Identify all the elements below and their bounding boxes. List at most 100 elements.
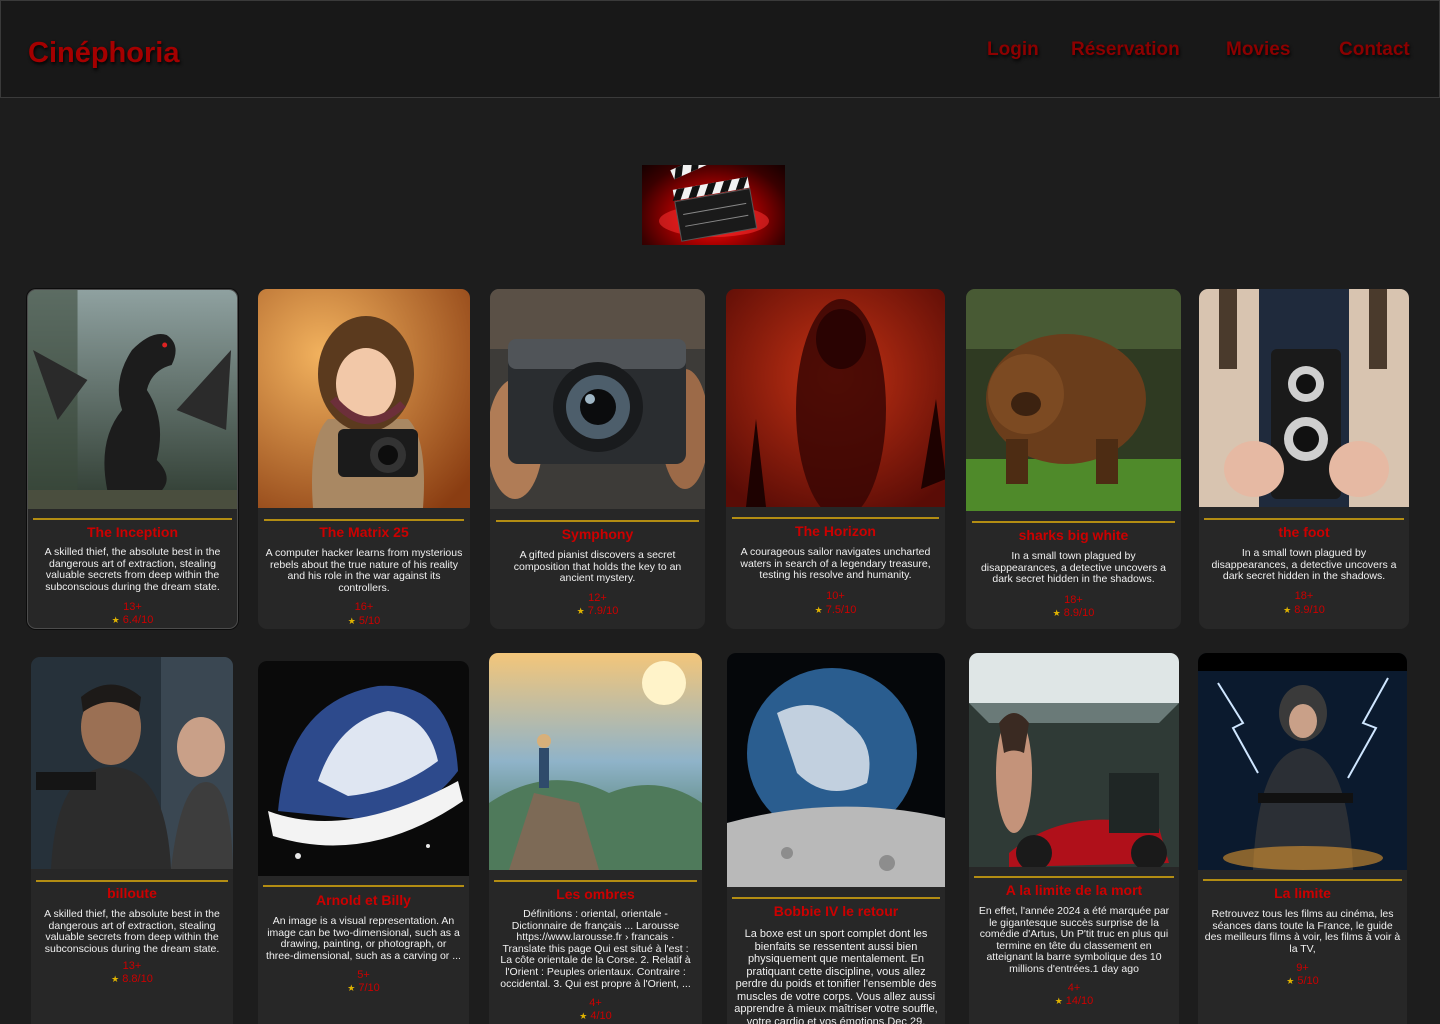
movie-card[interactable]: The Horizon A courageous sailor navigate… xyxy=(726,289,945,629)
movie-age-rating: 13+ xyxy=(123,601,142,613)
movie-poster-image xyxy=(258,289,470,508)
movie-title: Bobbie IV le retour xyxy=(773,903,899,919)
movie-age-rating: 18+ xyxy=(1064,594,1083,606)
movie-score-value: 7/10 xyxy=(358,982,380,994)
gold-divider xyxy=(974,876,1174,878)
movie-card[interactable]: The Matrix 25 A computer hacker learns f… xyxy=(258,289,470,629)
movie-poster-image xyxy=(28,290,237,509)
movie-card[interactable]: billoute A skilled thief, the absolute b… xyxy=(31,657,233,1024)
star-icon: ★ xyxy=(814,605,823,615)
movie-description: A courageous sailor navigates uncharted … xyxy=(740,546,931,582)
movie-description: In a small town plagued by disappearance… xyxy=(980,550,1167,586)
movie-score-value: 14/10 xyxy=(1065,995,1094,1007)
movie-score: ★ 7.5/10 xyxy=(726,604,945,616)
clapperboard-icon xyxy=(642,165,785,245)
movie-title: La limite xyxy=(1274,885,1331,901)
gold-divider xyxy=(1204,518,1404,520)
movie-poster-image xyxy=(31,657,233,869)
gold-divider xyxy=(972,521,1175,523)
movie-poster-image xyxy=(258,661,469,876)
movie-age-rating: 13+ xyxy=(122,960,142,972)
movie-description: An image is a visual representation. An … xyxy=(266,915,461,962)
movie-score-value: 8.9/10 xyxy=(1063,607,1095,619)
movie-score-value: 4/10 xyxy=(590,1010,612,1022)
movie-card[interactable]: La limite Retrouvez tous les films au ci… xyxy=(1198,653,1407,1024)
movie-score-value: 8.9/10 xyxy=(1294,604,1325,616)
star-icon: ★ xyxy=(1286,976,1295,986)
movie-poster-image xyxy=(489,653,702,870)
movie-description: La boxe est un sport complet dont les bi… xyxy=(734,928,938,1024)
gold-divider xyxy=(36,880,228,882)
movie-description: Définitions : oriental, orientale - Dict… xyxy=(500,908,691,990)
movie-poster-image xyxy=(969,653,1179,867)
movie-score: ★ 5/10 xyxy=(1198,975,1407,987)
movie-score: ★ 4/10 xyxy=(489,1010,702,1022)
movie-description: A computer hacker learns from mysterious… xyxy=(265,547,463,594)
movie-poster-image xyxy=(727,653,945,887)
movie-age-rating: 18+ xyxy=(1294,590,1314,602)
movie-score: ★ 8.9/10 xyxy=(966,607,1181,619)
gold-divider xyxy=(494,880,697,882)
movie-score-value: 8.8/10 xyxy=(122,973,153,985)
movie-title: the foot xyxy=(1278,524,1330,540)
movie-score-value: 5/10 xyxy=(358,615,381,627)
movie-age-rating: 12+ xyxy=(588,592,607,604)
movie-age-rating: 16+ xyxy=(354,601,374,613)
movie-poster-image xyxy=(1198,653,1407,870)
movie-score-value: 7.9/10 xyxy=(587,605,619,617)
nav-reservation-link[interactable]: Réservation xyxy=(1071,39,1180,61)
star-icon: ★ xyxy=(1283,605,1292,615)
movie-score: ★ 8.9/10 xyxy=(1199,604,1409,616)
star-icon: ★ xyxy=(576,606,585,616)
gold-divider xyxy=(496,520,699,522)
movie-age-rating: 4+ xyxy=(1067,982,1081,994)
movie-title: The Inception xyxy=(87,524,178,540)
movie-card[interactable]: Bobbie IV le retour La boxe est un sport… xyxy=(727,653,945,1024)
movie-description: In a small town plagued by disappearance… xyxy=(1211,547,1397,583)
gold-divider xyxy=(1203,879,1402,881)
movie-age-rating: 4+ xyxy=(589,997,602,1009)
movie-description: Retrouvez tous les films au cinéma, les … xyxy=(1204,908,1401,955)
star-icon: ★ xyxy=(347,983,356,993)
nav-contact-link[interactable]: Contact xyxy=(1339,39,1410,61)
movie-card[interactable]: The Inception A skilled thief, the absol… xyxy=(27,289,238,629)
brand-logo-text[interactable]: Cinéphoria xyxy=(28,37,179,70)
movie-card[interactable]: Les ombres Définitions : oriental, orien… xyxy=(489,653,702,1024)
movie-poster-image xyxy=(490,289,705,509)
movie-score: ★ 7.9/10 xyxy=(490,605,705,617)
movie-title: The Horizon xyxy=(795,523,876,539)
movie-description: A gifted pianist discovers a secret comp… xyxy=(513,549,682,585)
movie-age-rating: 10+ xyxy=(826,590,845,602)
movie-description: A skilled thief, the absolute best in th… xyxy=(44,546,221,593)
movie-age-rating: 5+ xyxy=(357,969,370,981)
movie-score: ★ 7/10 xyxy=(258,982,469,994)
movie-card[interactable]: Arnold et Billy An image is a visual rep… xyxy=(258,661,469,1024)
movie-description: A skilled thief, the absolute best in th… xyxy=(44,908,220,955)
star-icon: ★ xyxy=(579,1011,588,1021)
star-icon: ★ xyxy=(1054,996,1063,1006)
gold-divider xyxy=(732,517,939,519)
movie-score: ★ 5/10 xyxy=(258,615,470,627)
movie-score: ★ 8.8/10 xyxy=(31,973,233,985)
gold-divider xyxy=(33,518,232,520)
nav-movies-link[interactable]: Movies xyxy=(1226,39,1290,61)
movie-card[interactable]: sharks big white In a small town plagued… xyxy=(966,289,1181,629)
movie-title: The Matrix 25 xyxy=(319,524,409,540)
movie-score-value: 5/10 xyxy=(1297,975,1319,987)
movie-title: Symphony xyxy=(561,526,634,542)
movie-title: sharks big white xyxy=(1018,527,1129,543)
star-icon: ★ xyxy=(111,615,120,625)
navbar: Cinéphoria Login Réservation Movies Cont… xyxy=(0,0,1440,98)
movie-age-rating: 9+ xyxy=(1296,962,1309,974)
gold-divider xyxy=(264,519,464,521)
gold-divider xyxy=(732,897,940,899)
star-icon: ★ xyxy=(347,616,356,626)
movie-card[interactable]: A la limite de la mort En effet, l'année… xyxy=(969,653,1179,1024)
movie-poster-image xyxy=(726,289,945,507)
movie-card[interactable]: Symphony A gifted pianist discovers a se… xyxy=(490,289,705,629)
nav-login-link[interactable]: Login xyxy=(987,39,1039,61)
movie-card[interactable]: the foot In a small town plagued by disa… xyxy=(1199,289,1409,629)
movie-description: En effet, l'année 2024 a été marquée par… xyxy=(978,905,1170,975)
gold-divider xyxy=(263,885,464,887)
movie-score-value: 6.4/10 xyxy=(122,614,154,626)
